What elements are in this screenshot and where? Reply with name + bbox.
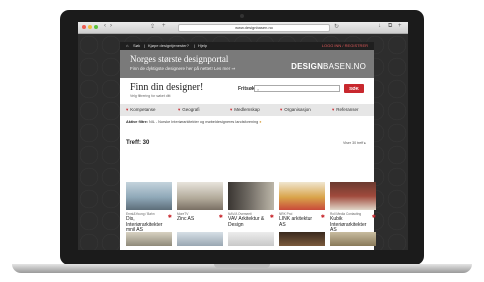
result-count: Treff: 30: [126, 140, 150, 146]
logo-suffix: BASEN.NO: [323, 62, 366, 71]
top-navigation: ⌂ Søk | Kjøpe designtjenester? | Hjelp L…: [120, 42, 374, 50]
banner-subtitle[interactable]: Finn de dyktigste designere her på nette…: [130, 66, 235, 72]
result-card-image[interactable]: [177, 232, 223, 246]
active-filters-label: Aktive filtre:: [126, 120, 148, 124]
home-icon[interactable]: ⌂: [126, 42, 128, 50]
favorite-icon[interactable]: ✱: [168, 214, 172, 220]
search-icon: ⌕: [257, 87, 260, 92]
nav-help-link[interactable]: Hjelp: [198, 42, 207, 50]
laptop-notch: [214, 264, 270, 268]
active-filter-value[interactable]: NIL - Norske Interiørarkitekter og møbel…: [149, 120, 258, 124]
maximize-window-button[interactable]: [94, 25, 98, 29]
tabs-icon[interactable]: ⧉: [388, 23, 392, 30]
result-card-image[interactable]: [330, 232, 376, 246]
nav-separator: |: [194, 43, 196, 48]
plus-icon[interactable]: +: [162, 23, 166, 29]
filter-label: Medlemskap: [234, 107, 260, 112]
nav-separator: |: [144, 43, 146, 48]
result-card-image[interactable]: [228, 232, 274, 246]
card-image[interactable]: [126, 182, 172, 210]
search-button[interactable]: SØK: [344, 84, 364, 93]
viser-link[interactable]: Viser 30 treff ▸: [343, 141, 366, 145]
reload-icon[interactable]: ↻: [334, 23, 339, 30]
result-card[interactable]: NAV/A Overseeti VAV Arkitektur & Design …: [228, 182, 274, 228]
active-filters: Aktive filtre: NIL - Norske Interiørarki…: [126, 120, 262, 124]
chevron-down-icon: ▾: [332, 107, 335, 112]
filter-referanser[interactable]: ▾ Referanser: [332, 106, 359, 114]
address-bar[interactable]: www.designbasen.no: [178, 24, 330, 32]
browser-toolbar: ‹ › ⇪ + www.designbasen.no ↻ ↓ ⧉ +: [78, 22, 408, 34]
filter-organisasjon[interactable]: ▾ Organisasjon: [280, 106, 311, 114]
search-section: Finn din designer! Velg filtrering for s…: [120, 80, 374, 102]
result-card[interactable]: Ernst&Young / Bahn Dis, Interiørarkitekt…: [126, 182, 172, 234]
result-card[interactable]: NRK Proi LINK arkitektur AS ✱: [279, 182, 325, 228]
laptop-frame: ‹ › ⇪ + www.designbasen.no ↻ ↓ ⧉ + ⌂ Søk…: [60, 10, 424, 265]
result-card[interactable]: Roll Media Contacting Kubik Interiørarki…: [330, 182, 376, 234]
chevron-down-icon: ▾: [280, 107, 283, 112]
share-icon[interactable]: ⇪: [150, 23, 155, 30]
card-name[interactable]: LINK arkitektur AS: [279, 216, 319, 228]
camera-icon: [240, 14, 244, 18]
nav-buy-link[interactable]: Kjøpe designtjenester?: [148, 42, 189, 50]
screen: ‹ › ⇪ + www.designbasen.no ↻ ↓ ⧉ + ⌂ Søk…: [78, 22, 408, 250]
filter-label: Geografi: [182, 107, 200, 112]
filter-label: Organisasjon: [284, 107, 311, 112]
chevron-down-icon: ▾: [178, 107, 181, 112]
finn-subtext: Velg filtrering for søket ditt: [130, 94, 171, 98]
favorite-icon[interactable]: ✱: [372, 214, 376, 220]
hero-banner: Norges største designportal Finn de dykt…: [120, 50, 374, 78]
forward-icon[interactable]: ›: [110, 23, 112, 29]
card-image[interactable]: [228, 182, 274, 210]
back-icon[interactable]: ‹: [104, 23, 106, 29]
card-name[interactable]: Zinc AS: [177, 216, 217, 223]
login-link[interactable]: LOGG INN / REGISTRER: [322, 42, 368, 50]
favorite-icon[interactable]: ✱: [321, 214, 325, 220]
result-card[interactable]: MoreTV Zinc AS ✱: [177, 182, 223, 223]
finn-heading: Finn din designer!: [130, 82, 204, 93]
banner-title: Norges største designportal: [130, 54, 229, 64]
filter-medlemskap[interactable]: ▾ Medlemskap: [230, 106, 260, 114]
filter-label: Referanser: [336, 107, 359, 112]
site-logo[interactable]: DESIGNBASEN.NO: [291, 62, 366, 71]
nav-search-link[interactable]: Søk: [133, 42, 140, 50]
search-input[interactable]: ⌕: [254, 85, 340, 92]
minimize-window-button[interactable]: [88, 25, 92, 29]
favorite-icon[interactable]: ✱: [219, 214, 223, 220]
result-card-image[interactable]: [279, 232, 325, 246]
favorite-icon[interactable]: ✱: [270, 214, 274, 220]
filter-kompetanse[interactable]: ▾ Kompetanse: [126, 106, 156, 114]
remove-filter-icon[interactable]: ●: [259, 120, 261, 124]
chevron-down-icon: ▾: [126, 107, 129, 112]
logo-main: DESIGN: [291, 62, 324, 71]
download-icon[interactable]: ↓: [378, 23, 381, 29]
filter-geografi[interactable]: ▾ Geografi: [178, 106, 200, 114]
filter-label: Kompetanse: [130, 107, 156, 112]
site-page: ⌂ Søk | Kjøpe designtjenester? | Hjelp L…: [120, 42, 376, 250]
sidebar-icon[interactable]: +: [398, 23, 402, 29]
card-name[interactable]: VAV Arkitektur & Design: [228, 216, 268, 228]
close-window-button[interactable]: [82, 25, 86, 29]
card-image[interactable]: [279, 182, 325, 210]
result-card-image[interactable]: [126, 232, 172, 246]
card-image[interactable]: [330, 182, 376, 210]
filter-bar: ▾ Kompetanse ▾ Geografi ▾ Medlemskap ▾ Organ…: [120, 104, 374, 116]
chevron-down-icon: ▾: [230, 107, 233, 112]
card-image[interactable]: [177, 182, 223, 210]
